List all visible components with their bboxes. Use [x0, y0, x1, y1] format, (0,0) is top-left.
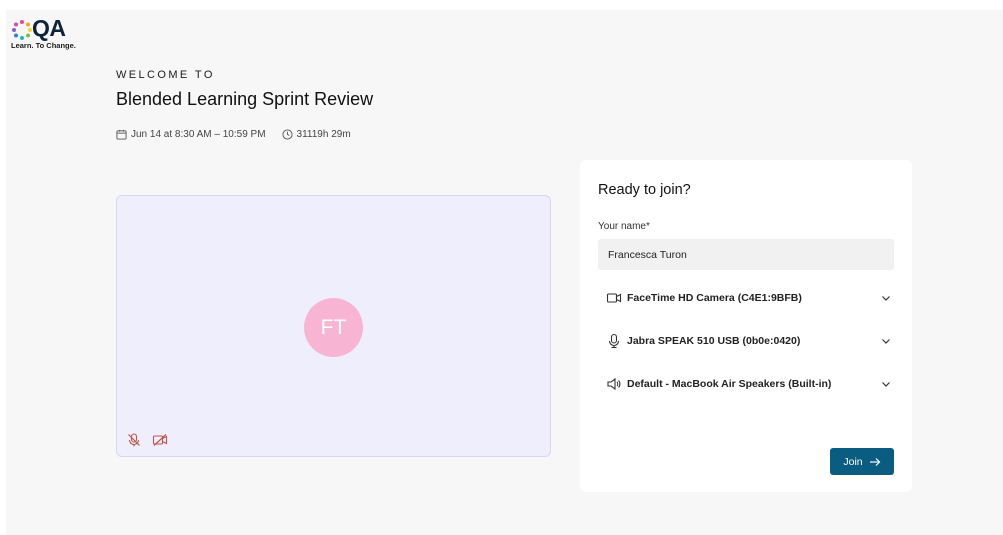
join-button-label: Join: [843, 455, 863, 468]
microphone-icon: [608, 333, 620, 349]
avatar: FT: [304, 298, 363, 357]
camera-select-label: FaceTime HD Camera (C4E1:9BFB): [627, 292, 802, 304]
join-panel: Ready to join? Your name* FaceTime HD Ca…: [580, 160, 912, 492]
join-title: Ready to join?: [598, 182, 691, 198]
session-meta: Jun 14 at 8:30 AM – 10:59 PM 31119h 29m: [116, 129, 351, 140]
arrow-right-icon: [869, 457, 880, 466]
microphone-select-label: Jabra SPEAK 510 USB (0b0e:0420): [627, 335, 801, 347]
video-preview: FT: [116, 195, 551, 457]
clock-icon: [281, 129, 293, 140]
brand-logo[interactable]: QA Learn. To Change.: [11, 15, 83, 51]
calendar-icon: [116, 129, 127, 140]
logo-tagline: Learn. To Change.: [11, 41, 76, 50]
name-input[interactable]: [598, 239, 894, 270]
session-title: Blended Learning Sprint Review: [116, 89, 374, 109]
camera-off-icon[interactable]: [152, 432, 168, 448]
logo-text: QA: [32, 15, 66, 41]
chevron-down-icon: [882, 382, 890, 387]
speaker-icon: [607, 377, 621, 391]
name-label: Your name*: [598, 221, 650, 232]
welcome-label: WELCOME TO: [116, 69, 215, 81]
session-date: Jun 14 at 8:30 AM – 10:59 PM: [131, 129, 266, 140]
speaker-select[interactable]: Default - MacBook Air Speakers (Built-in…: [606, 373, 892, 395]
mic-off-icon[interactable]: [126, 432, 142, 448]
logo-flower-icon: [12, 20, 32, 40]
session-duration: 31119h 29m: [296, 129, 351, 140]
chevron-down-icon: [882, 339, 890, 344]
join-button[interactable]: Join: [830, 448, 894, 475]
chevron-down-icon: [882, 296, 890, 301]
camera-select[interactable]: FaceTime HD Camera (C4E1:9BFB): [606, 287, 892, 309]
camera-icon: [606, 293, 622, 303]
speaker-select-label: Default - MacBook Air Speakers (Built-in…: [627, 378, 832, 390]
microphone-select[interactable]: Jabra SPEAK 510 USB (0b0e:0420): [606, 330, 892, 352]
